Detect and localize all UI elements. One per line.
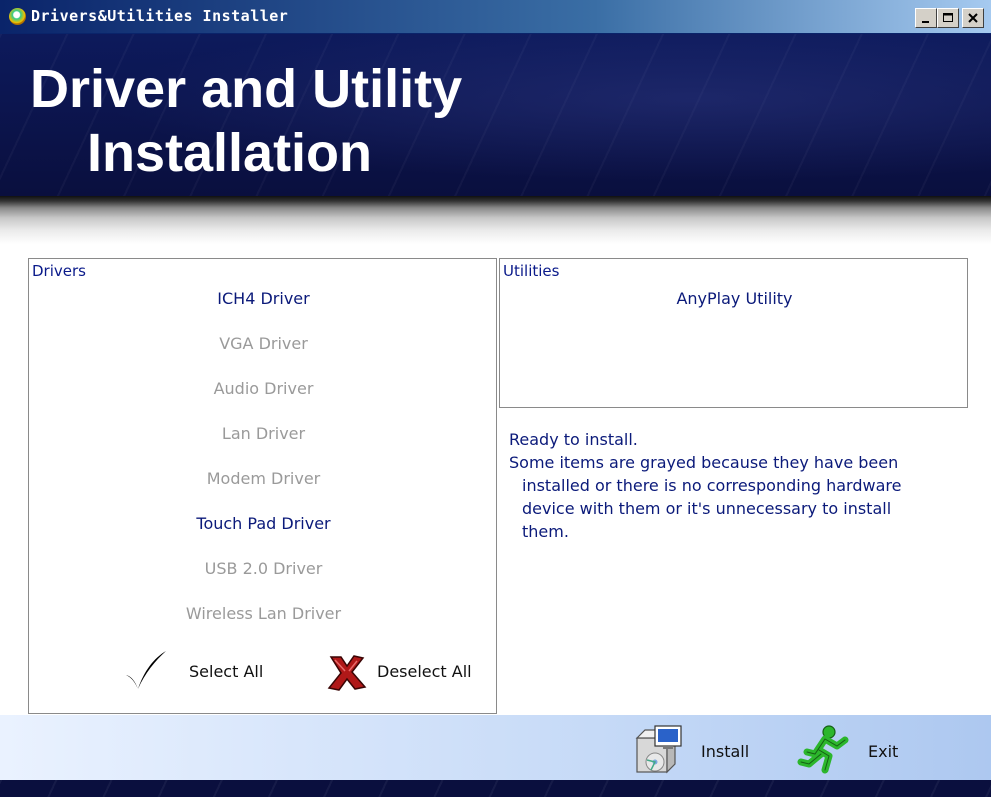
exit-button[interactable]: Exit [795,722,915,777]
drivers-label: Drivers [32,262,86,280]
driver-item-lan: Lan Driver [221,424,306,443]
driver-item-modem: Modem Driver [206,469,321,488]
banner-title-line1: Driver and Utility [30,59,463,119]
exit-label: Exit [868,742,899,761]
status-message: Ready to install. Some items are grayed … [509,428,949,543]
window-title: Drivers&Utilities Installer [31,7,289,25]
deselect-all-button[interactable]: Deselect All [325,649,495,695]
status-line: Ready to install. [509,430,638,449]
maximize-icon [943,13,953,22]
utility-item-anyplay[interactable]: AnyPlay Utility [500,289,969,308]
install-button[interactable]: Install [633,722,763,777]
minimize-button[interactable] [915,8,937,28]
driver-item-audio: Audio Driver [213,379,314,398]
status-line: them. [522,522,569,541]
minimize-icon [922,21,929,23]
maximize-button[interactable] [937,8,959,28]
driver-item-usb2: USB 2.0 Driver [204,559,323,578]
driver-item-ich4[interactable]: ICH4 Driver [29,289,498,308]
banner-shadow [0,196,991,246]
banner-title-line2: Installation [87,123,373,183]
driver-item-touch-pad[interactable]: Touch Pad Driver [29,514,498,533]
driver-item-vga: VGA Driver [219,334,308,353]
driver-item-wireless-lan: Wireless Lan Driver [185,604,342,623]
checkmark-icon [126,651,166,689]
drivers-panel: Drivers ICH4 Driver VGA Driver Audio Dri… [28,258,497,714]
select-all-label: Select All [189,662,264,681]
install-label: Install [701,742,750,761]
close-icon [968,13,978,23]
header-banner: Driver and Utility Installation [0,34,991,196]
close-button[interactable] [962,8,984,28]
status-line: installed or there is no corresponding h… [522,476,902,495]
status-line: Some items are grayed because they have … [509,453,899,472]
utilities-panel: Utilities AnyPlay Utility [499,258,968,408]
running-man-icon [797,725,849,774]
utilities-label: Utilities [503,262,560,280]
cross-mark-icon [327,655,367,691]
title-bar[interactable]: Drivers&Utilities Installer [0,0,991,34]
select-all-button[interactable]: Select All [124,649,274,695]
installer-box-icon [635,725,682,774]
deselect-all-label: Deselect All [377,662,472,681]
footer-strip [0,780,991,797]
status-line: device with them or it's unnecessary to … [522,499,892,518]
app-cd-icon [9,8,26,25]
